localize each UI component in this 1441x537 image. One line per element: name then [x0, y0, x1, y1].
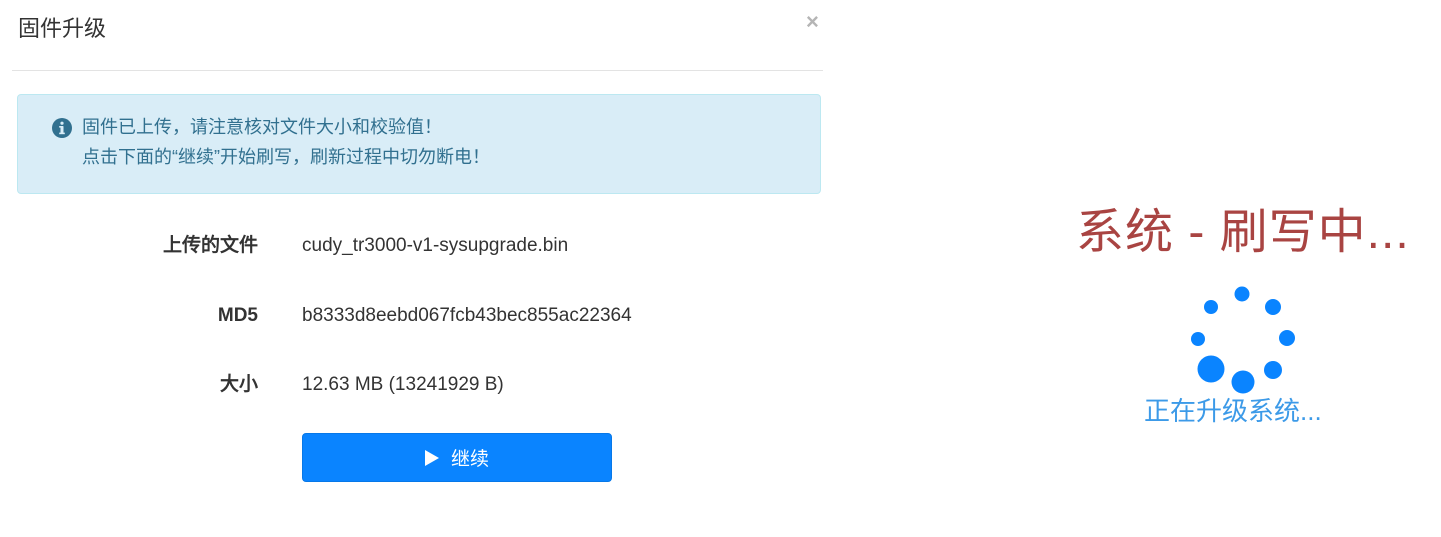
info-circle-icon: [52, 118, 72, 138]
md5-label: MD5: [217, 305, 258, 326]
size-value: 12.63 MB (13241929 B): [302, 374, 504, 395]
flashing-status-title: 系统 - 刷写中...: [1076, 206, 1410, 259]
header-divider: [12, 70, 823, 71]
size-label: 大小: [219, 374, 258, 395]
close-icon[interactable]: ×: [806, 10, 819, 34]
flashing-status-subtitle: 正在升级系统...: [1144, 396, 1322, 426]
firmware-upgrade-dialog: 固件升级 × 固件已上传，请注意核对文件大小和校验值！ 点击下面的“继续”开始刷…: [0, 0, 830, 537]
alert-message-line-2: 点击下面的“继续”开始刷写，刷新过程中切勿断电！: [82, 147, 490, 167]
loading-spinner-icon: [1191, 286, 1295, 394]
screen: 固件升级 × 固件已上传，请注意核对文件大小和校验值！ 点击下面的“继续”开始刷…: [0, 0, 1441, 537]
dialog-title: 固件升级: [18, 16, 107, 41]
info-alert: 固件已上传，请注意核对文件大小和校验值！ 点击下面的“继续”开始刷写，刷新过程中…: [17, 94, 821, 194]
play-icon: [424, 449, 439, 466]
continue-button-label: 继续: [450, 449, 489, 470]
continue-button[interactable]: 继续: [302, 433, 612, 482]
alert-message-line-1: 固件已上传，请注意核对文件大小和校验值！: [82, 117, 442, 137]
uploaded-file-label: 上传的文件: [162, 235, 258, 256]
md5-value: b8333d8eebd067fcb43bec855ac22364: [302, 305, 632, 326]
uploaded-file-value: cudy_tr3000-v1-sysupgrade.bin: [302, 235, 569, 256]
